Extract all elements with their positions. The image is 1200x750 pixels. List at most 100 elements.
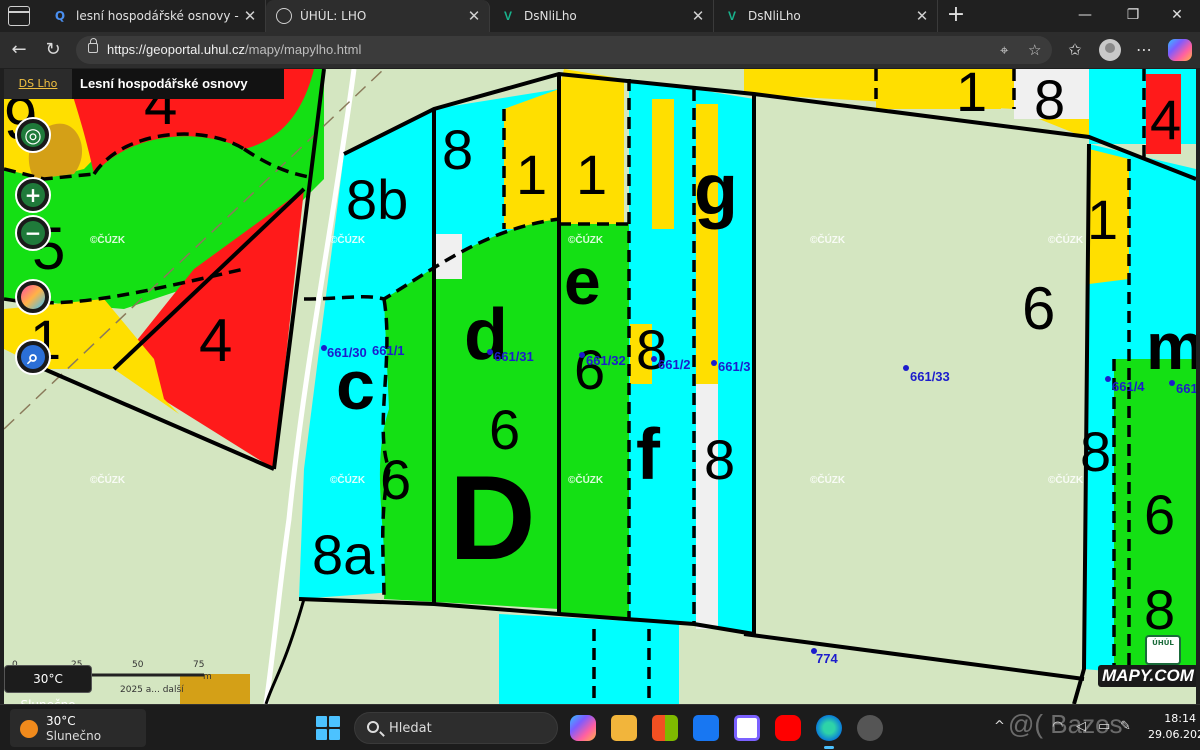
minus-icon: − bbox=[21, 221, 45, 245]
stand-label: 8 bbox=[1034, 69, 1065, 131]
parcel-label: 774 bbox=[816, 651, 838, 666]
new-tab-button[interactable]: + bbox=[942, 2, 970, 30]
copilot-app-icon[interactable] bbox=[570, 715, 596, 741]
stand-yellow-g bbox=[696, 104, 718, 384]
map-header: DS Lho Lesní hospodářské osnovy bbox=[4, 69, 284, 99]
search-icon: Q bbox=[54, 9, 66, 23]
favorite-star-icon[interactable]: ☆ bbox=[1028, 41, 1041, 59]
close-tab-icon[interactable]: ✕ bbox=[241, 7, 259, 25]
stand-label: 6 bbox=[380, 448, 411, 511]
scale-label: m bbox=[203, 672, 212, 682]
parcel-label: 661/32 bbox=[586, 353, 626, 368]
close-tab-icon[interactable]: ✕ bbox=[913, 7, 931, 25]
watermark: ©ČÚZK bbox=[810, 233, 846, 246]
edge-browser-icon[interactable] bbox=[816, 715, 842, 749]
search-placeholder: Hledat bbox=[389, 721, 432, 736]
scale-label: 50 bbox=[132, 660, 144, 670]
restore-button[interactable]: ❐ bbox=[1110, 0, 1156, 32]
workspaces-icon[interactable] bbox=[8, 6, 30, 26]
weather-widget[interactable]: 30°C Slunečno bbox=[10, 709, 146, 747]
parcel-label: 661 bbox=[1176, 381, 1196, 396]
stand-label: 4 bbox=[1150, 88, 1181, 151]
tab-dsnlilho-1[interactable]: V DsNliLho ✕ bbox=[490, 0, 714, 32]
zoom-in-button[interactable]: + bbox=[15, 177, 51, 213]
file-explorer-icon[interactable] bbox=[611, 715, 637, 741]
stand-label: 1 bbox=[516, 143, 547, 206]
more-menu-icon[interactable]: ⋯ bbox=[1133, 40, 1155, 59]
v-icon: V bbox=[727, 9, 736, 23]
stand-label: 8 bbox=[704, 428, 735, 491]
browser-tab-strip: Q lesní hospodářské osnovy - Hledat ✕ ÚH… bbox=[0, 0, 1200, 32]
watermark: ©ČÚZK bbox=[568, 473, 604, 486]
battery-icon[interactable]: ▭ bbox=[1098, 719, 1110, 734]
tab-uhul-lho[interactable]: ÚHÚL: LHO ✕ bbox=[266, 0, 490, 32]
stand-label: 8 bbox=[1080, 420, 1111, 483]
minimize-button[interactable]: — bbox=[1062, 0, 1108, 32]
pen-icon[interactable]: ✎ bbox=[1120, 719, 1131, 734]
target-icon: ◎ bbox=[21, 123, 45, 147]
forest-map-canvas[interactable]: ©ČÚZK ©ČÚZK ©ČÚZK ©ČÚZK ©ČÚZK ©ČÚZK ©ČÚZ… bbox=[4, 69, 1196, 704]
parcel-label: 661/2 bbox=[658, 357, 691, 372]
tab-title: ÚHÚL: LHO bbox=[300, 9, 367, 23]
close-tab-icon[interactable]: ✕ bbox=[465, 7, 483, 25]
map-title: Lesní hospodářské osnovy bbox=[72, 69, 284, 99]
stand-label: 8 bbox=[442, 118, 473, 181]
stand-label: 6 bbox=[1022, 275, 1055, 342]
search-map-button[interactable]: ⌕ bbox=[15, 339, 51, 375]
stand-label: 1 bbox=[1087, 188, 1118, 251]
watermark: ©ČÚZK bbox=[90, 473, 126, 486]
back-button[interactable]: ← bbox=[6, 38, 32, 62]
copilot-icon[interactable] bbox=[1168, 39, 1192, 61]
stand-label: f bbox=[636, 415, 661, 495]
microsoft-store-icon[interactable] bbox=[652, 715, 678, 741]
watermark: ©ČÚZK bbox=[90, 233, 126, 246]
stand-label: e bbox=[564, 244, 601, 318]
layers-icon bbox=[21, 285, 45, 309]
stand-cyan-right-2 bbox=[1144, 249, 1196, 289]
taskbar-search[interactable]: Hledat bbox=[354, 712, 558, 744]
reload-button[interactable]: ↻ bbox=[40, 38, 66, 62]
location-pin-icon[interactable]: ⌖ bbox=[1000, 41, 1008, 59]
wifi-icon[interactable]: ◠ bbox=[1052, 719, 1063, 734]
weather-temperature: 30°C bbox=[46, 714, 76, 728]
mapy-com-logo[interactable]: MAPY.COM bbox=[1098, 665, 1196, 687]
volume-icon[interactable]: ◁ bbox=[1076, 719, 1086, 734]
search-icon bbox=[367, 721, 379, 733]
start-button[interactable] bbox=[316, 716, 340, 740]
stand-cyan-bottom-1 bbox=[499, 614, 559, 704]
app-icon[interactable] bbox=[734, 715, 760, 741]
scale-label: 75 bbox=[193, 660, 204, 670]
stand-label: 1 bbox=[956, 69, 987, 123]
taskbar-clock[interactable]: 18:14 29.06.2025 bbox=[1148, 711, 1200, 743]
map-view[interactable]: ©ČÚZK ©ČÚZK ©ČÚZK ©ČÚZK ©ČÚZK ©ČÚZK ©ČÚZ… bbox=[4, 69, 1196, 704]
stand-label: 6 bbox=[574, 338, 605, 401]
favorites-icon[interactable]: ✩ bbox=[1064, 40, 1086, 59]
facebook-icon[interactable] bbox=[693, 715, 719, 741]
locate-button[interactable]: ◎ bbox=[15, 117, 51, 153]
parcel-label: 661/31 bbox=[494, 349, 534, 364]
zoom-out-button[interactable]: − bbox=[15, 215, 51, 251]
tab-search[interactable]: Q lesní hospodářské osnovy - Hledat ✕ bbox=[42, 0, 266, 32]
layers-button[interactable] bbox=[15, 279, 51, 315]
close-tab-icon[interactable]: ✕ bbox=[689, 7, 707, 25]
stand-label: 4 bbox=[199, 307, 232, 374]
sun-icon bbox=[20, 720, 38, 738]
chevron-up-icon[interactable]: ^ bbox=[994, 719, 1005, 734]
uhul-logo: ÚHÚL bbox=[1145, 635, 1181, 665]
parcel-label: 661/33 bbox=[910, 369, 950, 384]
settings-gear-icon[interactable] bbox=[857, 715, 883, 741]
clock-date: 29.06.2025 bbox=[1148, 728, 1200, 741]
ds-lho-link[interactable]: DS Lho bbox=[4, 69, 72, 99]
address-bar[interactable]: https://geoportal.uhul.cz/mapy/mapylho.h… bbox=[76, 36, 1052, 64]
tab-title: lesní hospodářské osnovy - Hledat bbox=[76, 9, 241, 23]
profile-avatar[interactable] bbox=[1099, 39, 1121, 61]
tab-dsnlilho-2[interactable]: V DsNliLho ✕ bbox=[714, 0, 938, 32]
stand-label: 1 bbox=[576, 143, 607, 206]
youtube-icon[interactable] bbox=[775, 715, 801, 741]
close-window-button[interactable]: ✕ bbox=[1154, 0, 1200, 32]
stand-cyan-bottom-2 bbox=[559, 617, 679, 704]
globe-icon bbox=[276, 8, 292, 24]
plus-icon: + bbox=[21, 183, 45, 207]
parcel-label: 661/30 bbox=[327, 345, 367, 360]
map-attribution: 2025 a... další bbox=[120, 684, 184, 695]
